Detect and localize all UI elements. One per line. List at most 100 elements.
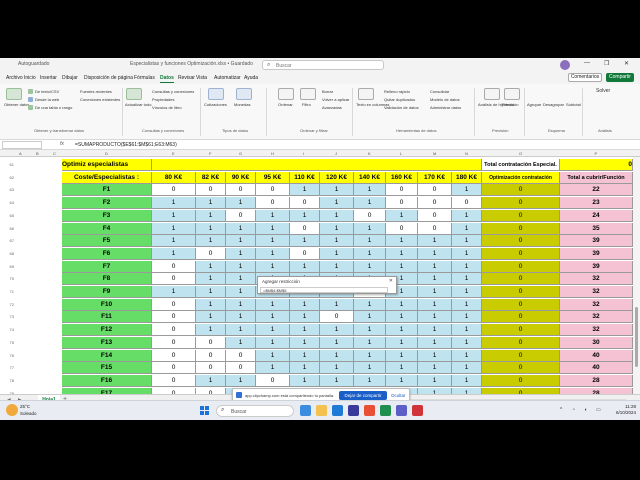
assignment-cell[interactable]: 1 (354, 336, 386, 349)
properties-button[interactable]: Propiedades (152, 97, 174, 102)
stocks-icon[interactable] (208, 88, 224, 100)
assignment-cell[interactable]: 1 (452, 235, 482, 248)
optimization-cell[interactable]: 0 (482, 247, 560, 260)
tab-ayuda[interactable]: Ayuda (244, 75, 258, 81)
data-validation-button[interactable]: Validación de datos (384, 105, 419, 110)
assignment-cell[interactable]: 0 (320, 311, 354, 324)
text-csv-button[interactable]: De texto/CSV (35, 89, 59, 94)
data-model-button[interactable]: Modelo de datos (430, 97, 460, 102)
assignment-cell[interactable]: 1 (290, 362, 320, 375)
comments-button[interactable]: Comentarios (568, 73, 602, 82)
assignment-cell[interactable]: 1 (226, 222, 256, 235)
assignment-cell[interactable]: 1 (152, 197, 196, 210)
assignment-cell[interactable]: 1 (320, 222, 354, 235)
assignment-cell[interactable]: 1 (196, 298, 226, 311)
assignment-cell[interactable]: 1 (452, 286, 482, 298)
assignment-cell[interactable]: 1 (256, 298, 290, 311)
assignment-cell[interactable]: 1 (418, 374, 452, 387)
function-label[interactable]: F4 (62, 222, 152, 235)
office-icon[interactable] (364, 405, 375, 416)
assignment-cell[interactable]: 1 (226, 336, 256, 349)
total-cover-cell[interactable]: 22 (560, 184, 633, 197)
tab-revisar[interactable]: Revisar (178, 75, 195, 81)
column-header-b[interactable]: B (36, 151, 39, 156)
assignment-cell[interactable]: 1 (354, 247, 386, 260)
assignment-cell[interactable]: 1 (386, 209, 418, 222)
subtotal-button[interactable]: Subtotal (566, 102, 581, 107)
assignment-cell[interactable]: 1 (386, 362, 418, 375)
forecast-button[interactable]: Previsión (502, 102, 518, 107)
row-number[interactable]: 68 (0, 251, 14, 256)
assignment-cell[interactable]: 1 (418, 324, 452, 337)
close-icon[interactable]: ✕ (624, 60, 629, 67)
total-cover-cell[interactable]: 39 (560, 247, 633, 260)
assignment-cell[interactable]: 0 (386, 197, 418, 210)
advanced-button[interactable]: Avanzadas (322, 105, 342, 110)
row-number[interactable]: 62 (0, 175, 14, 180)
fx-icon[interactable]: fx (60, 141, 64, 147)
assignment-cell[interactable]: 1 (354, 235, 386, 248)
queries-button[interactable]: Consultas y conexiones (152, 89, 194, 94)
optimization-cell[interactable]: 0 (482, 184, 560, 197)
assignment-cell[interactable]: 1 (418, 273, 452, 286)
assignment-cell[interactable]: 0 (226, 184, 256, 197)
assignment-cell[interactable]: 0 (226, 362, 256, 375)
total-cover-cell[interactable]: 28 (560, 374, 633, 387)
row-number[interactable]: 74 (0, 327, 14, 332)
assignment-cell[interactable]: 0 (418, 197, 452, 210)
assignment-cell[interactable]: 1 (320, 349, 354, 362)
optimization-cell[interactable]: 0 (482, 273, 560, 286)
battery-icon[interactable]: ▭ (596, 407, 601, 413)
function-label[interactable]: F12 (62, 324, 152, 337)
clear-button[interactable]: Borrar (322, 89, 333, 94)
solver-button[interactable]: Solver (596, 89, 610, 94)
excel-icon[interactable] (380, 405, 391, 416)
total-value-cell[interactable]: 0 (560, 159, 633, 171)
edge-icon[interactable] (332, 405, 343, 416)
function-label[interactable]: F2 (62, 197, 152, 210)
assignment-cell[interactable]: 1 (290, 374, 320, 387)
assignment-cell[interactable]: 1 (256, 247, 290, 260)
assignment-cell[interactable]: 1 (256, 349, 290, 362)
assignment-cell[interactable]: 1 (320, 260, 354, 273)
tab-archivo[interactable]: Archivo (6, 75, 23, 81)
row-number[interactable]: 73 (0, 314, 14, 319)
consolidate-button[interactable]: Consolidar (430, 89, 449, 94)
row-number[interactable]: 69 (0, 264, 14, 269)
column-header-a[interactable]: A (19, 151, 22, 156)
assignment-cell[interactable]: 1 (354, 324, 386, 337)
title-band[interactable] (152, 159, 482, 171)
assignment-cell[interactable]: 1 (152, 209, 196, 222)
assignment-cell[interactable]: 1 (256, 324, 290, 337)
filter-button[interactable]: Filtro (302, 102, 311, 107)
assignment-cell[interactable]: 0 (196, 247, 226, 260)
reapply-button[interactable]: Volver a aplicar (322, 97, 349, 102)
tab-automatizar[interactable]: Automatizar (214, 75, 241, 81)
assignment-cell[interactable]: 1 (452, 336, 482, 349)
total-cover-cell[interactable]: 24 (560, 209, 633, 222)
assignment-cell[interactable]: 1 (196, 286, 226, 298)
windows-start-icon[interactable] (200, 406, 210, 416)
optimization-cell[interactable]: 0 (482, 298, 560, 311)
column-header-i[interactable]: I (303, 151, 304, 156)
assignment-cell[interactable]: 1 (256, 311, 290, 324)
assignment-cell[interactable]: 0 (226, 209, 256, 222)
function-label[interactable]: F7 (62, 260, 152, 273)
assignment-cell[interactable]: 1 (196, 324, 226, 337)
assignment-cell[interactable]: 1 (386, 324, 418, 337)
assignment-cell[interactable]: 1 (320, 209, 354, 222)
assignment-cell[interactable]: 1 (320, 197, 354, 210)
assignment-cell[interactable]: 1 (226, 374, 256, 387)
volume-icon[interactable]: ◖ (584, 407, 587, 413)
assignment-cell[interactable]: 1 (354, 298, 386, 311)
cost-header[interactable]: 120 K€ (320, 171, 354, 184)
manage-data-button[interactable]: Administrar datos (430, 105, 461, 110)
column-header-p[interactable]: P (595, 151, 598, 156)
optimization-cell[interactable]: 0 (482, 324, 560, 337)
function-label[interactable]: F16 (62, 374, 152, 387)
optimization-cell[interactable]: 0 (482, 260, 560, 273)
total-cover-cell[interactable]: 40 (560, 349, 633, 362)
clock[interactable]: 11:28 6/10/2024 (612, 404, 636, 416)
optimization-cell[interactable]: 0 (482, 362, 560, 375)
table-range-button[interactable]: De una tabla o rango (35, 105, 72, 110)
